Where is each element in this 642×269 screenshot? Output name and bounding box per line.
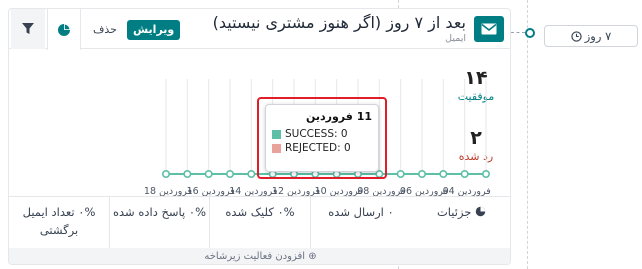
edit-button[interactable]: ویرایش	[127, 20, 181, 40]
success-swatch	[272, 129, 281, 139]
tooltip-success-text: SUCCESS: 0	[285, 128, 348, 140]
timeline-node	[525, 28, 535, 38]
activity-title[interactable]: بعد از ۷ روز (اگر هنوز مشتری نیستید)	[213, 13, 466, 32]
clock-icon	[571, 30, 582, 42]
data-point	[396, 170, 405, 179]
bounced-metric[interactable]: ۰% تعداد ایمیل برگشتی	[9, 197, 109, 249]
tooltip-row-success: SUCCESS: 0	[272, 128, 372, 140]
timeline-connector	[511, 32, 525, 33]
delete-button[interactable]: حذف	[93, 23, 117, 36]
interval-badge[interactable]: ۷ روز	[544, 25, 638, 47]
add-child-activity-label: افزودن فعالیت زیرشاخه	[204, 251, 306, 262]
data-point	[481, 170, 490, 179]
details-button[interactable]: جزئیات	[411, 197, 510, 249]
data-point	[439, 170, 448, 179]
tooltip-rejected-text: REJECTED: 0	[285, 142, 351, 154]
tooltip-row-rejected: REJECTED: 0	[272, 142, 372, 154]
data-point	[460, 170, 469, 179]
data-point	[226, 170, 235, 179]
campaign-canvas: بعد از ۷ روز (اگر هنوز مشتری نیستید) ایم…	[0, 0, 642, 269]
grid-divider	[527, 0, 528, 269]
graph-tab[interactable]	[47, 9, 81, 50]
plus-circle-icon: ⊕	[308, 251, 317, 262]
data-point	[204, 170, 213, 179]
data-point	[417, 170, 426, 179]
filter-tab[interactable]	[11, 9, 45, 49]
activity-card: بعد از ۷ روز (اگر هنوز مشتری نیستید) ایم…	[8, 8, 511, 265]
chart-tooltip: 11 فروردین SUCCESS: 0 REJECTED: 0	[265, 104, 379, 172]
email-icon	[474, 16, 504, 42]
interval-label: ۷ روز	[584, 29, 612, 43]
filter-icon	[22, 23, 34, 34]
details-label: جزئیات	[436, 205, 472, 219]
pie-chart-icon	[475, 206, 486, 217]
data-point	[183, 170, 192, 179]
clicked-metric[interactable]: ۰% کلیک شده	[209, 197, 310, 249]
data-point	[161, 170, 170, 179]
sent-metric[interactable]: ۰ ارسال شده	[310, 197, 411, 249]
data-point	[247, 170, 256, 179]
tooltip-date: 11 فروردین	[305, 110, 372, 123]
add-child-activity-button[interactable]: ⊕ افزودن فعالیت زیرشاخه	[9, 248, 510, 264]
chart-tooltip-highlight: 11 فروردین SUCCESS: 0 REJECTED: 0	[257, 97, 387, 179]
activity-type: ایمیل	[445, 33, 466, 44]
pie-chart-icon	[58, 23, 70, 36]
replied-metric[interactable]: ۰% پاسخ داده شده	[109, 197, 209, 249]
activity-header: بعد از ۷ روز (اگر هنوز مشتری نیستید) ایم…	[9, 9, 510, 50]
rejected-swatch	[272, 143, 281, 153]
metrics-bar: جزئیات ۰ ارسال شده ۰% کلیک شده ۰% پاسخ د…	[9, 196, 510, 249]
